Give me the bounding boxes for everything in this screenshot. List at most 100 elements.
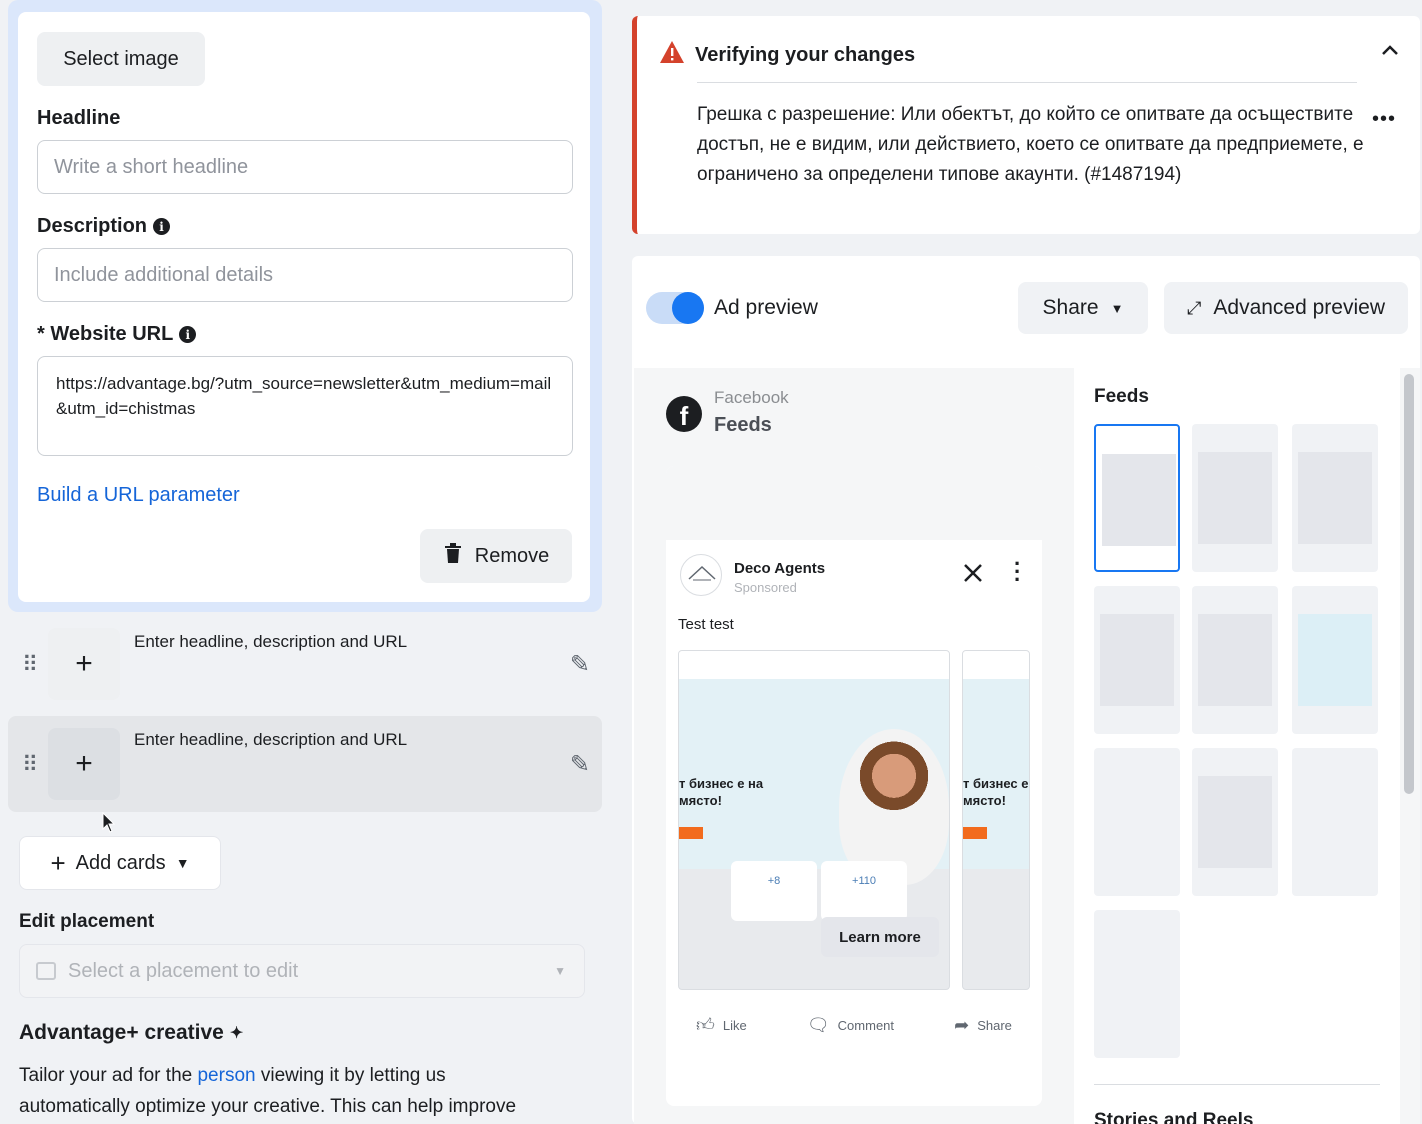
warning-icon (659, 40, 685, 70)
hero-cta-block (679, 827, 703, 839)
stat-value: +110 (852, 875, 876, 887)
carousel-card[interactable]: т бизнес е на място! +8 +110 Learn more (678, 650, 950, 990)
edit-pencil-icon[interactable]: ✎ (570, 750, 590, 779)
share-action-button[interactable]: ➦ Share (954, 1014, 1012, 1036)
stat-tile: +110 (821, 861, 907, 921)
add-media-button[interactable]: + (48, 628, 120, 700)
share-arrow-icon: ➦ (954, 1014, 970, 1035)
thumb-preview (1100, 614, 1174, 706)
carousel-card[interactable]: т бизнес е на място! (962, 650, 1030, 990)
more-vertical-icon[interactable]: · · · (1014, 553, 1021, 591)
expand-icon: ⤢ (1186, 297, 1202, 318)
thumb-preview (1298, 614, 1372, 706)
scrollbar[interactable] (1404, 374, 1414, 794)
platform-name: Facebook (714, 388, 789, 407)
drag-handle-icon[interactable]: ⠿ (22, 752, 38, 778)
ad-creative-editor: Select image Headline Write a short head… (0, 0, 612, 1124)
build-url-parameter-link[interactable]: Build a URL parameter (37, 484, 240, 507)
share-button[interactable]: Share ▼ (1018, 282, 1148, 334)
share-label: Share (1042, 296, 1099, 319)
website-url-label-text: * Website URL (37, 323, 174, 345)
placement-name: Feeds (714, 414, 772, 436)
card-row[interactable]: ⠿ + Enter headline, description and URL … (8, 618, 602, 714)
chevron-up-icon[interactable] (1382, 38, 1398, 61)
headline-label: Headline (37, 107, 120, 130)
advanced-preview-label: Advanced preview (1213, 296, 1385, 319)
sponsored-label: Sponsored (734, 580, 797, 595)
add-cards-label: Add cards (75, 851, 166, 874)
hero-text: т бизнес е на място! (963, 776, 1029, 808)
card-row[interactable]: ⠿ + Enter headline, description and URL … (8, 716, 602, 812)
learn-more-button[interactable]: Learn more (821, 917, 939, 957)
placement-thumb[interactable] (1094, 424, 1180, 572)
alert-title: Verifying your changes (659, 40, 915, 70)
placement-thumb[interactable] (1094, 586, 1180, 734)
info-icon[interactable]: i (179, 326, 197, 343)
comment-button[interactable]: 🗨︎ Comment (807, 1014, 894, 1036)
site-hero: т бизнес е на място! (963, 679, 1029, 869)
placement-select[interactable]: Select a placement to edit ▼ (19, 944, 585, 998)
advanced-preview-button[interactable]: ⤢ Advanced preview (1164, 282, 1408, 334)
thumb-preview (1198, 776, 1272, 868)
share-action-label: Share (977, 1017, 1012, 1033)
edit-pencil-icon[interactable]: ✎ (570, 650, 590, 679)
website-url-label: * Website URL i (37, 323, 197, 346)
facebook-logo-icon: f (666, 396, 702, 432)
description-label: Description i (37, 215, 171, 238)
hero-cta-block (963, 827, 987, 839)
advantage-text: viewing it by letting us (255, 1065, 446, 1086)
edit-placement-label: Edit placement (19, 911, 154, 933)
select-image-button[interactable]: Select image (37, 32, 205, 86)
page-avatar (680, 554, 722, 596)
post-header-band (666, 466, 1042, 540)
placement-thumb[interactable] (1292, 748, 1378, 896)
mouse-cursor-icon (102, 811, 116, 839)
placement-thumb[interactable] (1094, 748, 1180, 896)
site-nav-bar (679, 651, 949, 679)
like-button[interactable]: 👍︎ Like (696, 1014, 747, 1036)
advantage-description: Tailor your ad for the person viewing it… (19, 1060, 589, 1122)
remove-label: Remove (474, 544, 550, 567)
advantage-title-text: Advantage+ creative (19, 1021, 224, 1044)
caret-down-icon: ▼ (1110, 300, 1124, 316)
card-row-text: Enter headline, description and URL (134, 632, 408, 651)
placement-icon (36, 962, 56, 980)
sparkle-icon: ✦ (229, 1025, 244, 1042)
stat-tile: +8 (731, 861, 817, 921)
placement-thumb[interactable] (1292, 586, 1378, 734)
add-cards-button[interactable]: + Add cards ▼ (19, 836, 221, 890)
comment-icon: 🗨︎ (806, 1014, 830, 1035)
close-icon[interactable] (962, 562, 984, 589)
alert-message: Грешка с разрешение: Или обектът, до кой… (697, 104, 1364, 185)
plus-icon: + (50, 847, 66, 878)
caret-down-icon: ▼ (554, 964, 566, 978)
description-input[interactable]: Include additional details (37, 248, 573, 302)
ad-post-mockup: Deco Agents Sponsored · · · Test test т би… (666, 466, 1042, 1106)
stat-value: +8 (767, 875, 781, 887)
info-icon[interactable]: i (153, 218, 171, 235)
placement-thumb[interactable] (1192, 586, 1278, 734)
advantage-title: Advantage+ creative ✦ (19, 1021, 243, 1045)
site-nav-bar (963, 651, 1029, 679)
remove-button[interactable]: Remove (420, 529, 572, 583)
toggle-knob (672, 292, 704, 324)
card-editor (18, 12, 590, 602)
drag-handle-icon[interactable]: ⠿ (22, 652, 38, 678)
edit-placement-label-text: Edit placement (19, 911, 155, 932)
headline-input[interactable]: Write a short headline (37, 140, 573, 194)
hero-text: т бизнес е на място! (679, 776, 764, 808)
ad-preview-toggle[interactable] (646, 292, 704, 324)
placement-thumb[interactable] (1292, 424, 1378, 572)
thumb-preview (1298, 452, 1372, 544)
thumb-preview (1102, 454, 1176, 546)
page-name: Deco Agents (734, 560, 826, 577)
placement-thumb[interactable] (1192, 424, 1278, 572)
website-url-input[interactable]: https://advantage.bg/?utm_source=newslet… (37, 356, 573, 456)
add-media-button[interactable]: + (48, 728, 120, 800)
alert-title-text: Verifying your changes (695, 43, 916, 66)
more-options-icon[interactable]: ••• (1372, 108, 1396, 131)
person-link[interactable]: person (197, 1065, 255, 1086)
post-text: Test test (678, 616, 734, 633)
placement-thumb[interactable] (1192, 748, 1278, 896)
placement-thumb[interactable] (1094, 910, 1180, 1058)
